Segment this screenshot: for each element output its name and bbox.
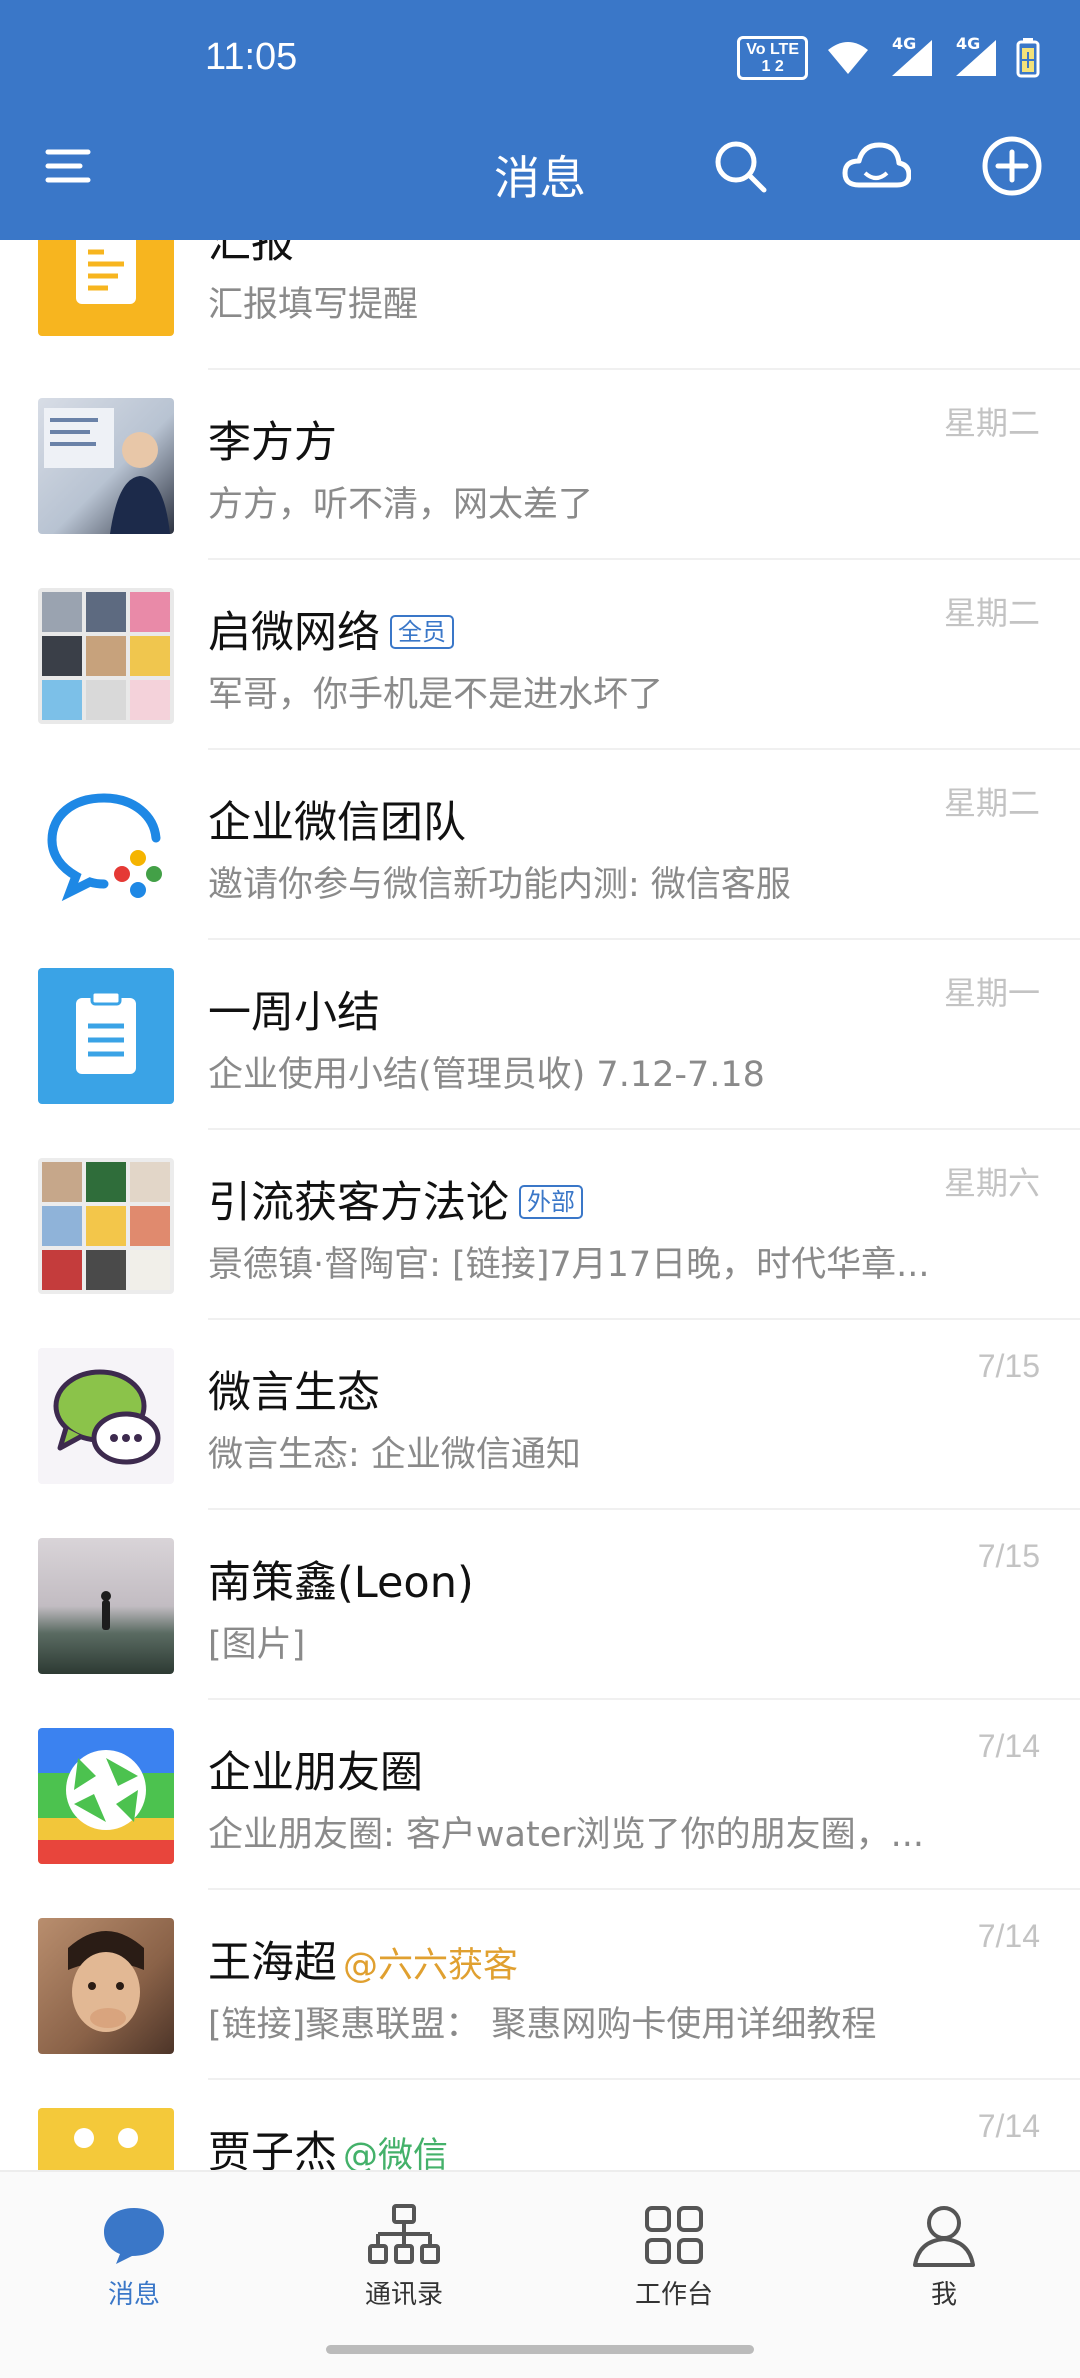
chat-name: 引流获客方法论 外部 [208,1168,583,1230]
chat-time: 星期一 [943,975,1040,1011]
org-chart-icon [368,2204,440,2264]
chat-preview: 景德镇·督陶官: [链接]7月17日晚，时代华章... [208,1245,930,1285]
status-icons: Vo LTE 1 2 4G 4G [737,34,1040,80]
add-button[interactable] [976,130,1048,202]
chat-preview: 企业朋友圈: 客户water浏览了你的朋友圈，... [208,1815,925,1855]
report-app-icon [38,240,174,336]
status-time: 11:05 [205,36,298,78]
chat-row-qiwei[interactable]: 启微网络 全员 军哥，你手机是不是进水坏了 星期二 [0,560,1080,750]
chat-preview: 军哥，你手机是不是进水坏了 [208,675,664,715]
plus-circle-icon [982,136,1042,196]
chat-name: 南策鑫(Leon) [208,1558,474,1608]
chat-row-wecom-team[interactable]: 企业微信团队 邀请你参与微信新功能内测: 微信客服 星期二 [0,750,1080,940]
tab-contacts[interactable]: 通讯录 [314,2200,494,2311]
chat-preview: [链接]聚惠联盟： 聚惠网购卡使用详细教程 [208,2005,877,2045]
chat-preview: 邀请你参与微信新功能内测: 微信客服 [208,865,791,905]
chat-row-moments[interactable]: 企业朋友圈 企业朋友圈: 客户water浏览了你的朋友圈，... 7/14 [0,1700,1080,1890]
chat-row-jia-zijie[interactable]: 贾子杰 @微信 7/14 [0,2080,1080,2170]
chat-time: 星期二 [943,595,1040,631]
tab-label: 通讯录 [364,2280,443,2310]
tab-me[interactable]: 我 [854,2200,1034,2311]
chat-preview: [图片] [208,1625,306,1665]
chat-bubbles-logo [38,1348,174,1484]
chat-list: 汇报 汇报填写提醒 昨天 李方方 方方，听不清，网太差了 星期二 启微网络全员 … [0,240,1080,2170]
yellow-avatar [38,2108,174,2170]
user-photo [38,398,174,534]
external-tag: 外部 [519,1184,583,1219]
chat-preview: 企业使用小结(管理员收) 7.12-7.18 [208,1055,765,1095]
chat-time: 星期二 [943,405,1040,441]
group-grid [38,588,174,724]
chat-row-weekly-summary[interactable]: 一周小结 企业使用小结(管理员收) 7.12-7.18 星期一 [0,940,1080,1130]
search-icon [715,141,767,193]
chat-row-leon[interactable]: 南策鑫(Leon) [图片] 7/15 [0,1510,1080,1700]
chat-name: 王海超 @六六获客 [208,1938,519,1988]
user-photo [38,1918,174,2054]
all-members-tag: 全员 [390,614,454,649]
cell-signal-2: 4G [952,34,998,78]
chat-name: 启微网络 全员 [208,598,454,660]
chat-name: 企业微信团队 [208,798,466,848]
chat-time: 星期二 [943,785,1040,821]
chat-name: 企业朋友圈 [208,1748,423,1798]
chat-time: 7/15 [977,1348,1040,1384]
chat-name: 贾子杰 @微信 [208,2118,448,2170]
chat-time: 昨天 [976,240,1040,244]
chat-name: 微言生态 [208,1368,380,1418]
chat-time: 7/15 [977,1538,1040,1574]
cloud-icon [842,142,911,188]
org-label: @六六获客 [343,1946,519,1986]
chat-row-weiyan[interactable]: 微言生态 微言生态: 企业微信通知 7/15 [0,1320,1080,1510]
page-title: 消息 [494,151,586,205]
home-indicator[interactable] [326,2345,754,2354]
org-label: @微信 [343,2136,449,2170]
tab-label: 我 [930,2280,957,2310]
chat-row-yinliu[interactable]: 引流获客方法论 外部 景德镇·督陶官: [链接]7月17日晚，时代华章... 星期… [0,1130,1080,1320]
landscape-photo [38,1538,174,1674]
chat-time: 7/14 [977,1918,1040,1954]
app-header: 11:05 Vo LTE 1 2 4G 4G 消息 [0,0,1080,240]
group-grid [38,1158,174,1294]
chat-preview: 汇报填写提醒 [208,285,419,325]
cell-signal-1: 4G [888,34,934,78]
chat-preview: 微言生态: 企业微信通知 [208,1435,581,1475]
moments-logo [38,1728,174,1864]
grid-icon [645,2206,703,2264]
chat-name: 一周小结 [208,988,380,1038]
chat-time: 星期六 [943,1165,1040,1201]
tab-messages[interactable]: 消息 [44,2200,224,2311]
clipboard-app-icon [38,968,174,1104]
chat-time: 7/14 [977,2108,1040,2144]
chat-preview: 方方，听不清，网太差了 [208,485,594,525]
wifi-icon [828,42,868,74]
volte-icon: Vo LTE 1 2 [737,36,808,80]
tab-workspace[interactable]: 工作台 [584,2200,764,2311]
tab-label: 消息 [107,2280,160,2310]
chat-row-li-fangfang[interactable]: 李方方 方方，听不清，网太差了 星期二 [0,370,1080,560]
person-icon [913,2206,975,2267]
chat-name: 李方方 [208,418,337,468]
chat-name: 汇报 [208,240,294,268]
chat-row-report[interactable]: 汇报 汇报填写提醒 昨天 [0,240,1080,370]
chat-time: 7/14 [977,1728,1040,1764]
search-button[interactable] [704,130,776,202]
battery-icon [1016,38,1040,78]
tab-label: 工作台 [634,2280,713,2310]
chat-row-wang-haichao[interactable]: 王海超 @六六获客 [链接]聚惠联盟： 聚惠网购卡使用详细教程 7/14 [0,1890,1080,2080]
cloud-button[interactable] [840,130,912,202]
wecom-logo [38,778,174,914]
chat-bubble-icon [104,2208,164,2264]
